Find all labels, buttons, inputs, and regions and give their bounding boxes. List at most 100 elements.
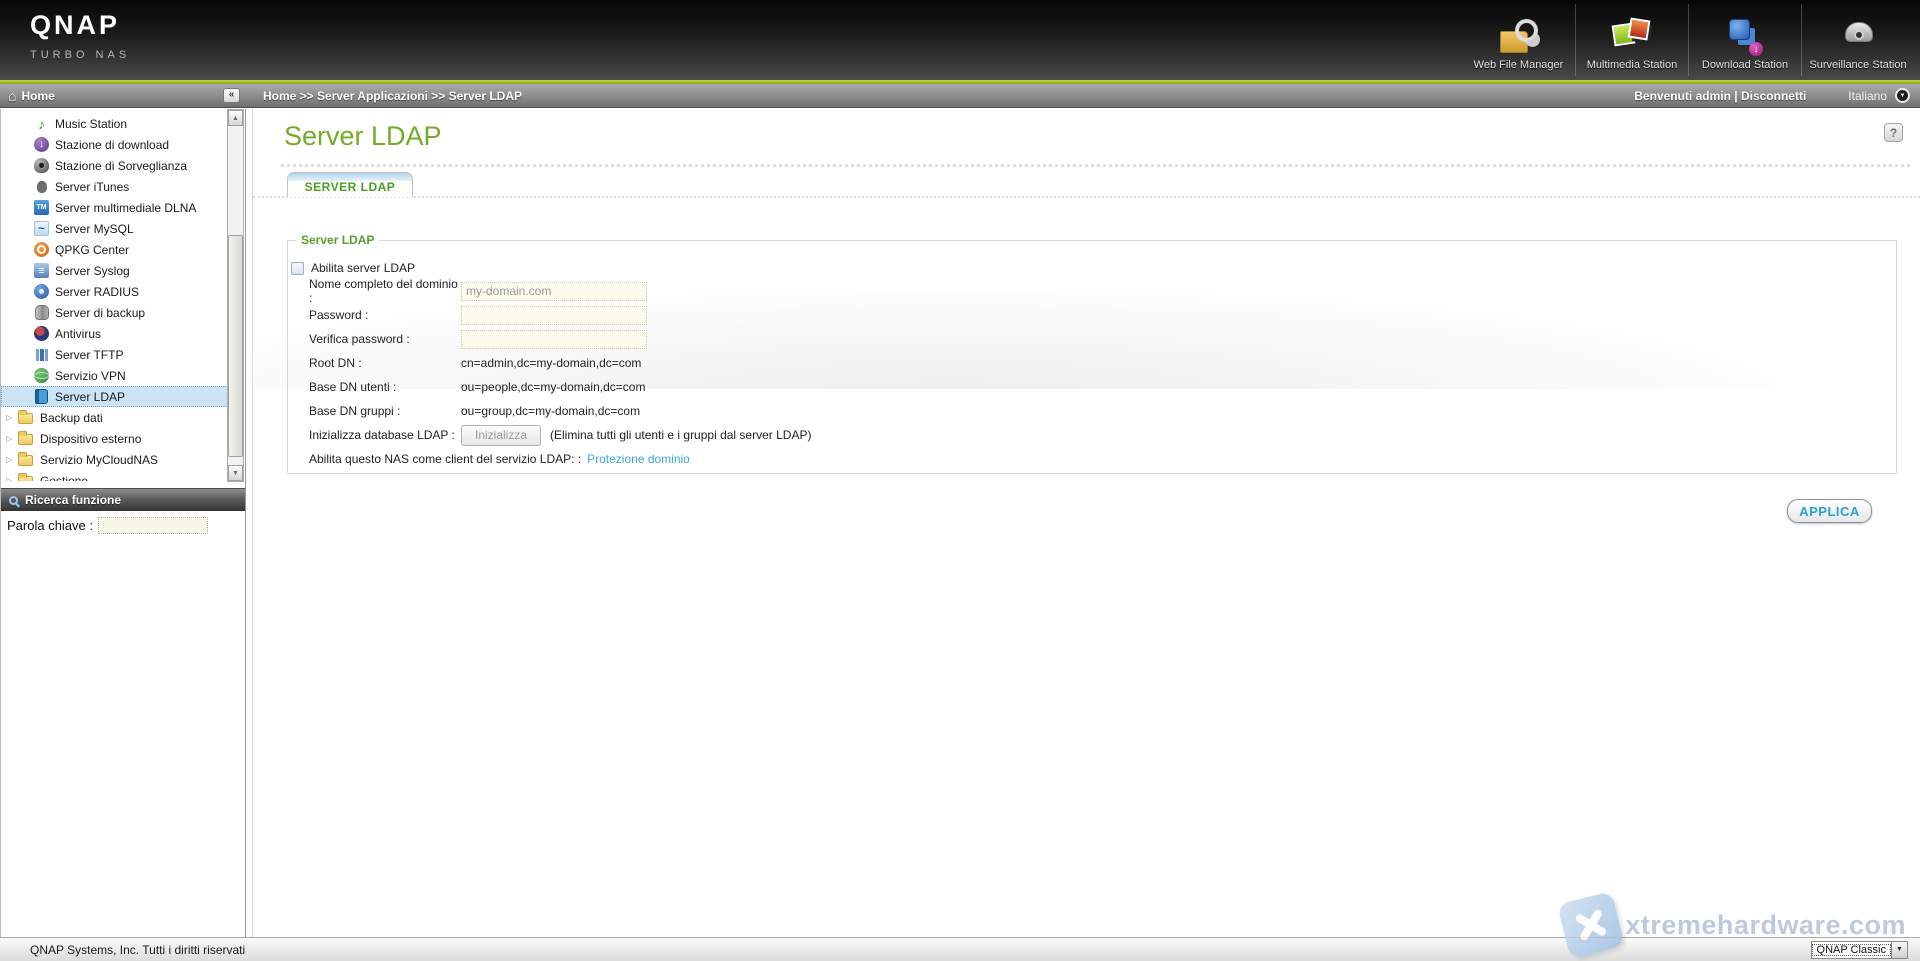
title-divider xyxy=(281,164,1910,167)
sidebar-item-label: Servizio MyCloudNAS xyxy=(40,453,158,467)
sidebar-item[interactable]: Server multimediale DLNA xyxy=(1,197,228,218)
sidebar-item-label: Server TFTP xyxy=(55,348,123,362)
enable-ldap-server-checkbox[interactable] xyxy=(291,262,304,275)
sidebar-item[interactable]: Stazione di download xyxy=(1,134,228,155)
sidebar-item-label: Music Station xyxy=(55,117,127,131)
theme-select[interactable]: QNAP Classic ▼ xyxy=(1811,941,1908,959)
sidebar-item-label: Servizio VPN xyxy=(55,369,126,383)
footer: QNAP Systems, Inc. Tutti i diritti riser… xyxy=(0,937,1920,961)
apply-button[interactable]: APPLICA xyxy=(1787,499,1872,523)
shortcut-download-station[interactable]: Download Station xyxy=(1688,4,1801,76)
breadcrumb-bar: Home >> Server Applicazioni >> Server LD… xyxy=(253,84,1920,107)
ldap-group-legend: Server LDAP xyxy=(296,233,379,247)
camera-dome-icon xyxy=(34,158,49,173)
sidebar-item[interactable]: Server LDAP xyxy=(1,386,228,407)
mysql-icon xyxy=(34,221,49,236)
tabstrip-divider xyxy=(253,196,1920,198)
sidebar-item[interactable]: Server Syslog xyxy=(1,260,228,281)
sidebar-item[interactable]: Stazione di Sorveglianza xyxy=(1,155,228,176)
shortcut-label: Surveillance Station xyxy=(1809,59,1906,71)
sidebar-item[interactable]: ▷ Dispositivo esterno xyxy=(1,428,228,449)
keyword-search-row: Parola chiave : xyxy=(1,517,246,534)
search-icon xyxy=(9,496,18,505)
sidebar-content-divider xyxy=(245,109,253,937)
users-base-dn-value: ou=people,dc=my-domain,dc=com xyxy=(461,380,645,394)
apple-icon xyxy=(34,179,49,194)
sidebar-item[interactable]: QPKG Center xyxy=(1,239,228,260)
groups-base-dn-label: Base DN gruppi : xyxy=(309,404,461,418)
language-dropdown-icon[interactable]: ▼ xyxy=(1895,88,1910,103)
sidebar-item-label: Backup dati xyxy=(40,411,103,425)
sidebar-item-label: Server MySQL xyxy=(55,222,134,236)
folder-icon xyxy=(18,455,33,466)
expand-icon[interactable]: ▷ xyxy=(6,434,18,443)
sidebar-scrollbar[interactable]: ▲ ▼ xyxy=(227,109,244,482)
sidebar-item-label: Server di backup xyxy=(55,306,145,320)
function-search-header: Ricerca funzione xyxy=(1,488,246,511)
ldap-form: Abilita server LDAPNome completo del dom… xyxy=(288,257,1896,471)
sidebar-item[interactable]: ▷ Servizio MyCloudNAS xyxy=(1,449,228,470)
password-input[interactable] xyxy=(461,306,647,325)
language-selector[interactable]: Italiano ▼ xyxy=(1848,88,1910,103)
domain-security-link[interactable]: Protezione dominio xyxy=(587,452,690,466)
sidebar-item[interactable]: Servizio VPN xyxy=(1,365,228,386)
sidebar-item[interactable]: Server iTunes xyxy=(1,176,228,197)
expand-icon[interactable]: ▷ xyxy=(6,455,18,464)
expand-icon[interactable]: ▷ xyxy=(6,476,18,481)
user-separator: | xyxy=(1731,89,1741,103)
root-dn-label: Root DN : xyxy=(309,356,461,370)
form-row-ldap-client: Abilita questo NAS come client del servi… xyxy=(288,447,1896,471)
sidebar-title: Home xyxy=(21,89,223,103)
sidebar-item-label: Server multimediale DLNA xyxy=(55,201,196,215)
keyword-label: Parola chiave : xyxy=(7,518,93,533)
sidebar-item-label: Gestione xyxy=(40,474,88,482)
multimedia-station-icon xyxy=(1609,16,1655,56)
expand-icon[interactable]: ▷ xyxy=(6,413,18,422)
sidebar-item-label: Server LDAP xyxy=(55,390,125,404)
scroll-down-icon[interactable]: ▼ xyxy=(228,465,243,481)
form-row-full-domain-name: Nome completo del dominio : xyxy=(288,279,1896,303)
language-value: Italiano xyxy=(1848,89,1887,103)
theme-dropdown-icon[interactable]: ▼ xyxy=(1891,942,1907,958)
form-row-groups-base-dn: Base DN gruppi :ou=group,dc=my-domain,dc… xyxy=(288,399,1896,423)
tab-server-ldap[interactable]: SERVER LDAP xyxy=(287,172,413,197)
tab-label: SERVER LDAP xyxy=(305,180,396,194)
initialize-ldap-database-button[interactable]: Inizializza xyxy=(461,425,541,446)
help-button[interactable]: ? xyxy=(1884,123,1903,142)
sidebar: Music Station Stazione di download Stazion… xyxy=(0,109,245,937)
ldap-client-label: Abilita questo NAS come client del servi… xyxy=(309,452,581,466)
sidebar-item[interactable]: Server TFTP xyxy=(1,344,228,365)
function-search-title: Ricerca funzione xyxy=(25,493,121,507)
sidebar-item[interactable]: Music Station xyxy=(1,113,228,134)
surveillance-station-icon xyxy=(1835,16,1881,56)
scrollbar-thumb[interactable] xyxy=(228,235,243,457)
sidebar-item[interactable]: Server di backup xyxy=(1,302,228,323)
logout-link[interactable]: Disconnetti xyxy=(1741,89,1806,103)
ldap-settings-group: Server LDAP Abilita server LDAPNome comp… xyxy=(287,233,1897,474)
scroll-up-icon[interactable]: ▲ xyxy=(228,110,243,126)
verify-password-input[interactable] xyxy=(461,330,647,349)
copyright-text: QNAP Systems, Inc. Tutti i diritti riser… xyxy=(30,943,1811,957)
password-label: Password : xyxy=(309,308,461,322)
sidebar-item[interactable]: ▷ Gestione xyxy=(1,470,228,481)
sidebar-item-label: Dispositivo esterno xyxy=(40,432,141,446)
syslog-icon xyxy=(34,263,49,278)
shortcut-surveillance-station[interactable]: Surveillance Station xyxy=(1801,4,1914,76)
shortcut-web-file-manager[interactable]: Web File Manager xyxy=(1462,4,1575,76)
keyword-input[interactable] xyxy=(98,517,208,534)
sidebar-item-label: Antivirus xyxy=(55,327,101,341)
sidebar-item-label: Stazione di download xyxy=(55,138,169,152)
folder-icon xyxy=(18,434,33,445)
shortcut-label: Web File Manager xyxy=(1474,59,1564,71)
sidebar-item[interactable]: Antivirus xyxy=(1,323,228,344)
full-domain-name-input[interactable] xyxy=(461,282,647,301)
sidebar-collapse-button[interactable]: « xyxy=(223,88,240,103)
header-shortcuts: Web File Manager Multimedia StationDownlo… xyxy=(1462,4,1914,76)
download-station-icon xyxy=(1722,16,1768,56)
sidebar-item[interactable]: ▷ Backup dati xyxy=(1,407,228,428)
form-row-initialize-ldap-database: Inizializza database LDAP :Inizializza(E… xyxy=(288,423,1896,447)
sidebar-item[interactable]: Server RADIUS xyxy=(1,281,228,302)
main-content: Server LDAP ? SERVER LDAP Server LDAP Ab… xyxy=(253,109,1920,937)
sidebar-item[interactable]: Server MySQL xyxy=(1,218,228,239)
shortcut-multimedia-station[interactable]: Multimedia Station xyxy=(1575,4,1688,76)
